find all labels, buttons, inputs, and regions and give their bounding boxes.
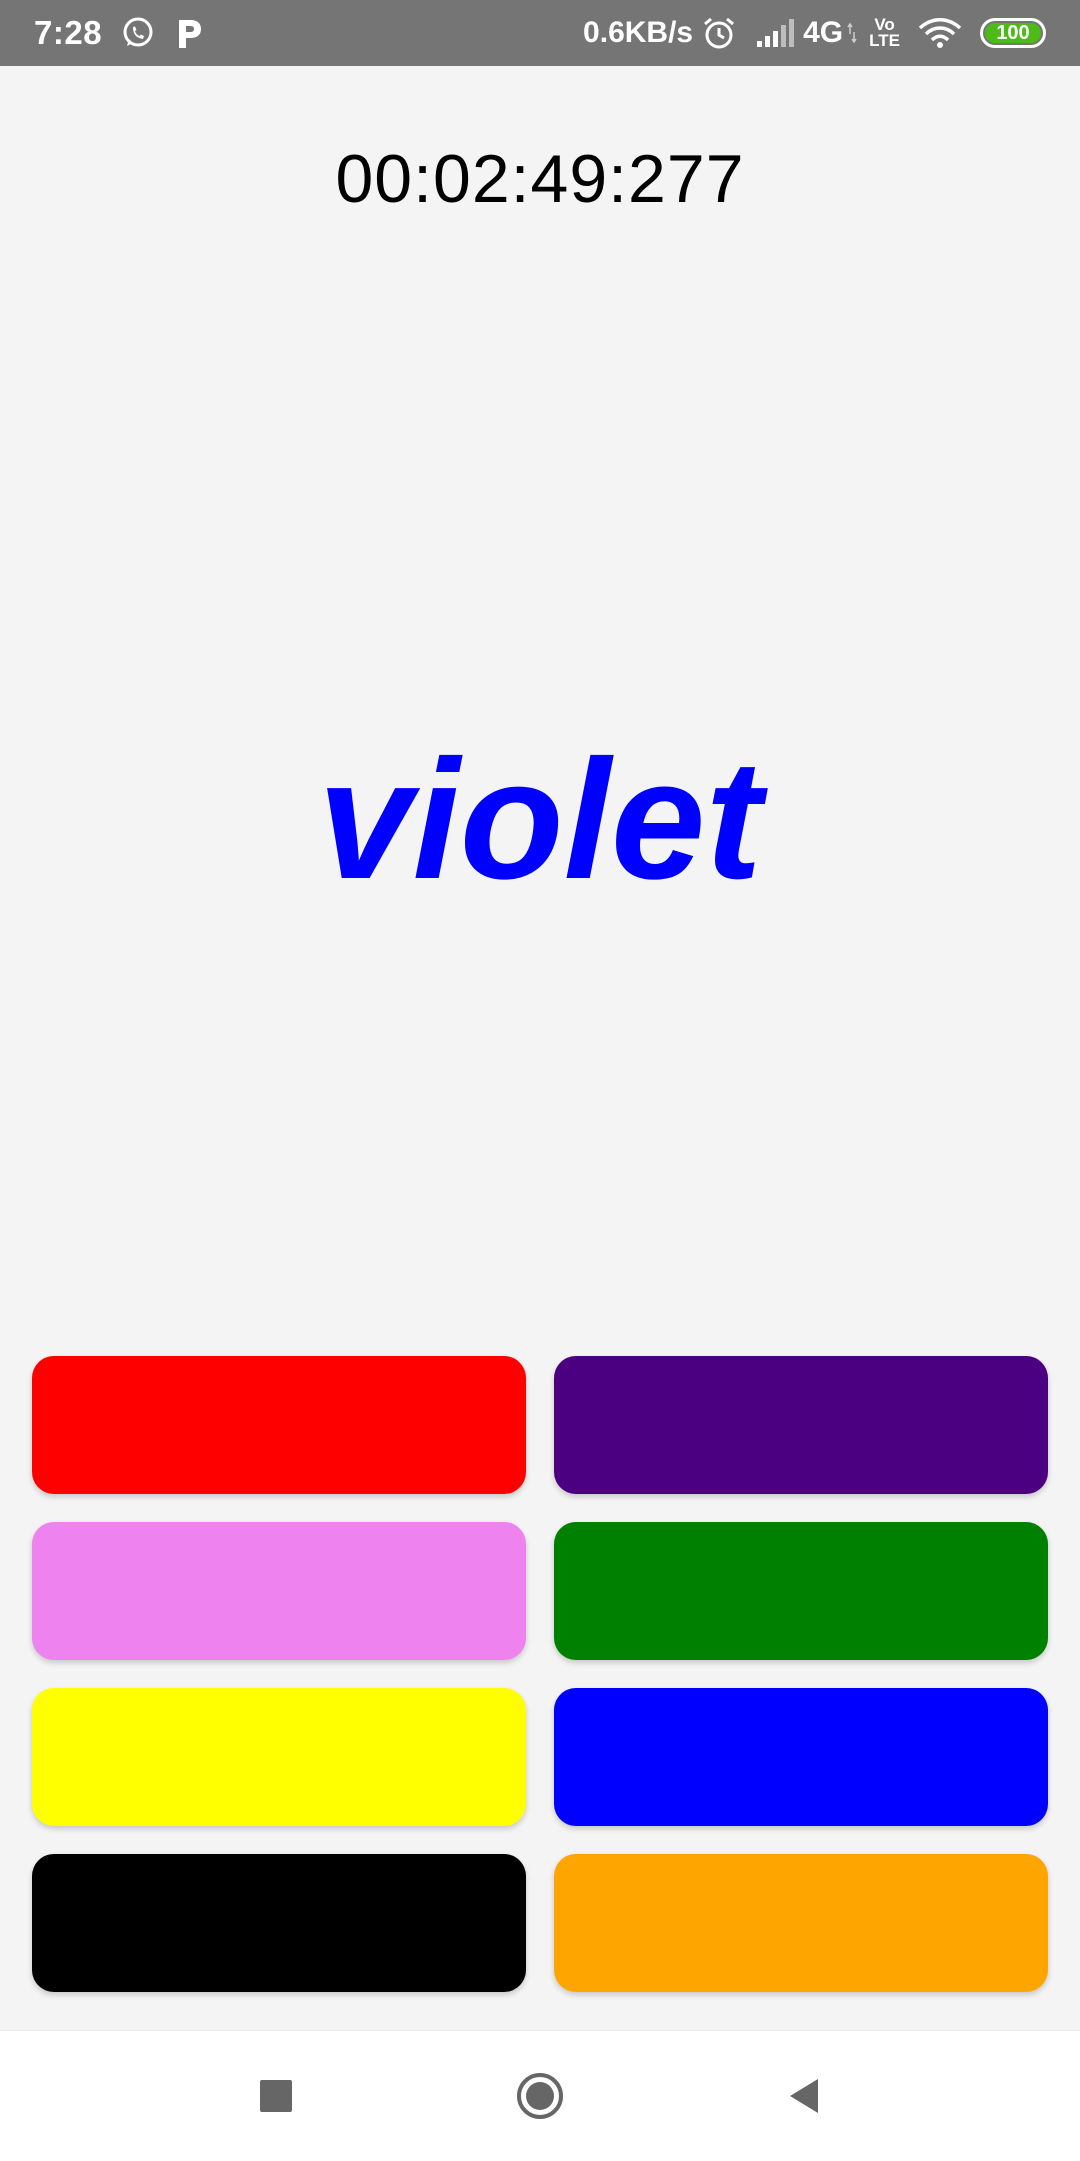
wifi-icon [918, 16, 962, 50]
alarm-icon [701, 15, 737, 51]
navigation-bar [0, 2030, 1080, 2161]
back-triangle-icon [790, 2079, 818, 2113]
network-speed: 0.6KB/s [583, 16, 694, 49]
home-circle-icon [517, 2073, 563, 2119]
color-button-yellow[interactable] [32, 1688, 526, 1826]
recents-button[interactable] [236, 2056, 316, 2136]
status-time: 7:28 [34, 14, 103, 51]
color-button-indigo[interactable] [554, 1356, 1048, 1494]
volte-icon: Vo LTE [869, 16, 900, 50]
status-bar-left: 7:28 [34, 0, 204, 66]
recents-square-icon [260, 2080, 292, 2112]
color-button-blue[interactable] [554, 1688, 1048, 1826]
back-button[interactable] [764, 2056, 844, 2136]
color-button-red[interactable] [32, 1356, 526, 1494]
data-activity-icon [847, 22, 857, 44]
game-timer: 00:02:49:277 [335, 141, 745, 217]
battery-level: 100 [996, 21, 1030, 44]
status-bar-right: 0.6KB/s 4G Vo LTE 100 [583, 0, 1046, 66]
color-button-green[interactable] [554, 1522, 1048, 1660]
color-button-violet[interactable] [32, 1522, 526, 1660]
status-bar: 7:28 0.6KB/s 4G Vo LTE 100 [0, 0, 1080, 66]
color-button-black[interactable] [32, 1854, 526, 1992]
signal-icon [755, 17, 797, 49]
color-button-orange[interactable] [554, 1854, 1048, 1992]
color-button-grid [32, 1356, 1048, 1992]
color-word: violet [317, 725, 762, 915]
whatsapp-icon [120, 15, 156, 51]
network-type: 4G [803, 16, 844, 49]
p-app-icon [174, 16, 204, 50]
home-button[interactable] [500, 2056, 580, 2136]
volte-bottom-label: LTE [869, 31, 900, 50]
battery-icon: 100 [980, 18, 1046, 48]
